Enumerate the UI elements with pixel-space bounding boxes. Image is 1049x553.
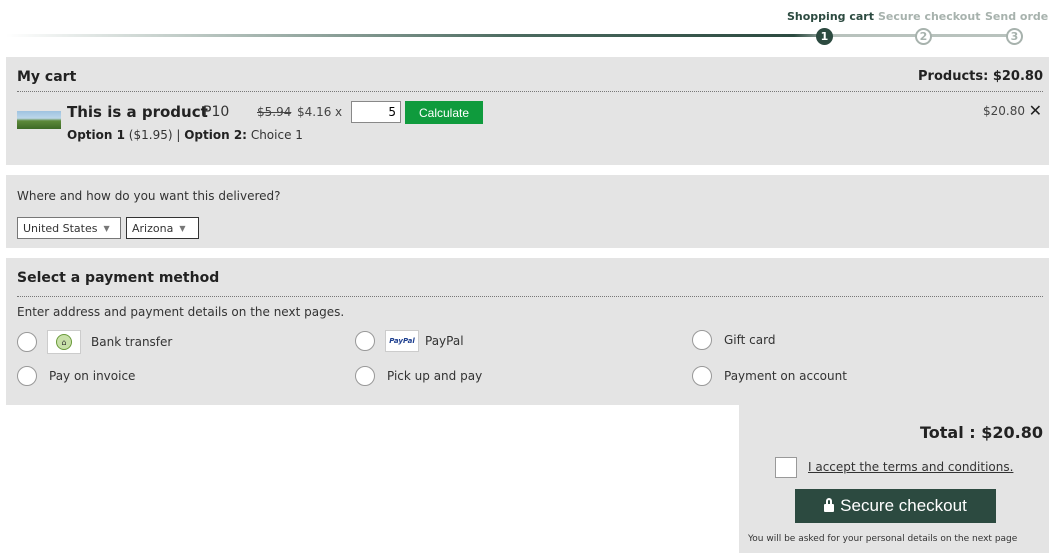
payment-option-gift-card[interactable]: Gift card [692, 330, 775, 350]
checkout-progress: Shopping cart Secure checkout Send order… [0, 0, 1049, 50]
order-total: Total : $20.80 [920, 423, 1043, 442]
account-label: Payment on account [724, 369, 847, 383]
step-shopping-cart-label: Shopping cart [787, 10, 874, 23]
payment-heading: Select a payment method [17, 270, 220, 286]
payment-option-invoice[interactable]: Pay on invoice [17, 366, 135, 386]
bank-transfer-label: Bank transfer [91, 335, 173, 349]
bank-icon: ⌂ [47, 330, 81, 354]
country-select[interactable]: United States ▼ [17, 217, 121, 239]
divider [17, 91, 1043, 92]
state-value: Arizona [132, 221, 174, 235]
radio-pickup[interactable] [355, 366, 375, 386]
step-1-circle: 1 [816, 28, 833, 45]
delivery-panel: Where and how do you want this delivered… [6, 175, 1049, 248]
payment-option-paypal[interactable]: PayPal PayPal [355, 330, 464, 352]
step-secure-checkout-label: Secure checkout [878, 10, 981, 23]
secure-checkout-label: Secure checkout [840, 496, 967, 515]
divider [17, 296, 1043, 297]
step-3-circle: 3 [1006, 28, 1023, 45]
order-summary: Total : $20.80 I accept the terms and co… [739, 405, 1049, 553]
cart-panel: My cart Products: $20.80 This is a produ… [6, 57, 1049, 165]
radio-bank-transfer[interactable] [17, 332, 37, 352]
line-total: $20.80 [983, 104, 1025, 118]
lock-icon [824, 498, 835, 512]
option1-label: Option 1 [67, 128, 125, 142]
gift-card-label: Gift card [724, 333, 776, 347]
unit-price: $4.16 [297, 105, 332, 119]
step-send-order-label: Send order [985, 10, 1049, 23]
paypal-icon: PayPal [385, 330, 419, 352]
option-separator: | [176, 128, 181, 142]
product-options: Option 1 ($1.95) | Option 2: Choice 1 [67, 128, 303, 142]
payment-option-pickup[interactable]: Pick up and pay [355, 366, 482, 386]
option1-value: ($1.95) [128, 128, 173, 142]
times-sign: x [335, 105, 343, 119]
step-2-circle: 2 [915, 28, 932, 45]
calculate-button[interactable]: Calculate [405, 101, 483, 124]
close-icon[interactable]: ✕ [1029, 101, 1042, 120]
paypal-label: PayPal [425, 334, 464, 348]
option2-label: Option 2: [184, 128, 247, 142]
radio-gift-card[interactable] [692, 330, 712, 350]
delivery-question: Where and how do you want this delivered… [17, 189, 281, 203]
country-value: United States [23, 221, 98, 235]
payment-panel: Select a payment method Enter address an… [6, 258, 1049, 405]
products-total: Products: $20.80 [918, 69, 1043, 84]
radio-paypal[interactable] [355, 331, 375, 351]
state-select[interactable]: Arizona ▼ [126, 217, 199, 239]
product-name[interactable]: This is a product [67, 103, 208, 121]
payment-option-account[interactable]: Payment on account [692, 366, 847, 386]
terms-link[interactable]: I accept the terms and conditions. [808, 460, 1013, 474]
chevron-down-icon: ▼ [179, 223, 186, 233]
radio-account[interactable] [692, 366, 712, 386]
payment-option-bank-transfer[interactable]: ⌂ Bank transfer [17, 330, 172, 354]
payment-note: Enter address and payment details on the… [17, 305, 345, 319]
chevron-down-icon: ▼ [103, 223, 110, 233]
product-thumbnail[interactable] [17, 111, 61, 129]
secure-checkout-button[interactable]: Secure checkout [795, 489, 996, 523]
cart-heading: My cart [17, 69, 77, 85]
invoice-label: Pay on invoice [49, 369, 136, 383]
pickup-label: Pick up and pay [387, 369, 483, 383]
product-sku: P10 [203, 104, 230, 120]
old-price: $5.94 [257, 105, 292, 119]
radio-invoice[interactable] [17, 366, 37, 386]
checkout-note: You will be asked for your personal deta… [748, 534, 1018, 544]
terms-checkbox[interactable] [775, 457, 797, 478]
option2-value: Choice 1 [250, 128, 303, 142]
progress-line [6, 34, 1016, 37]
quantity-input[interactable] [351, 101, 401, 123]
